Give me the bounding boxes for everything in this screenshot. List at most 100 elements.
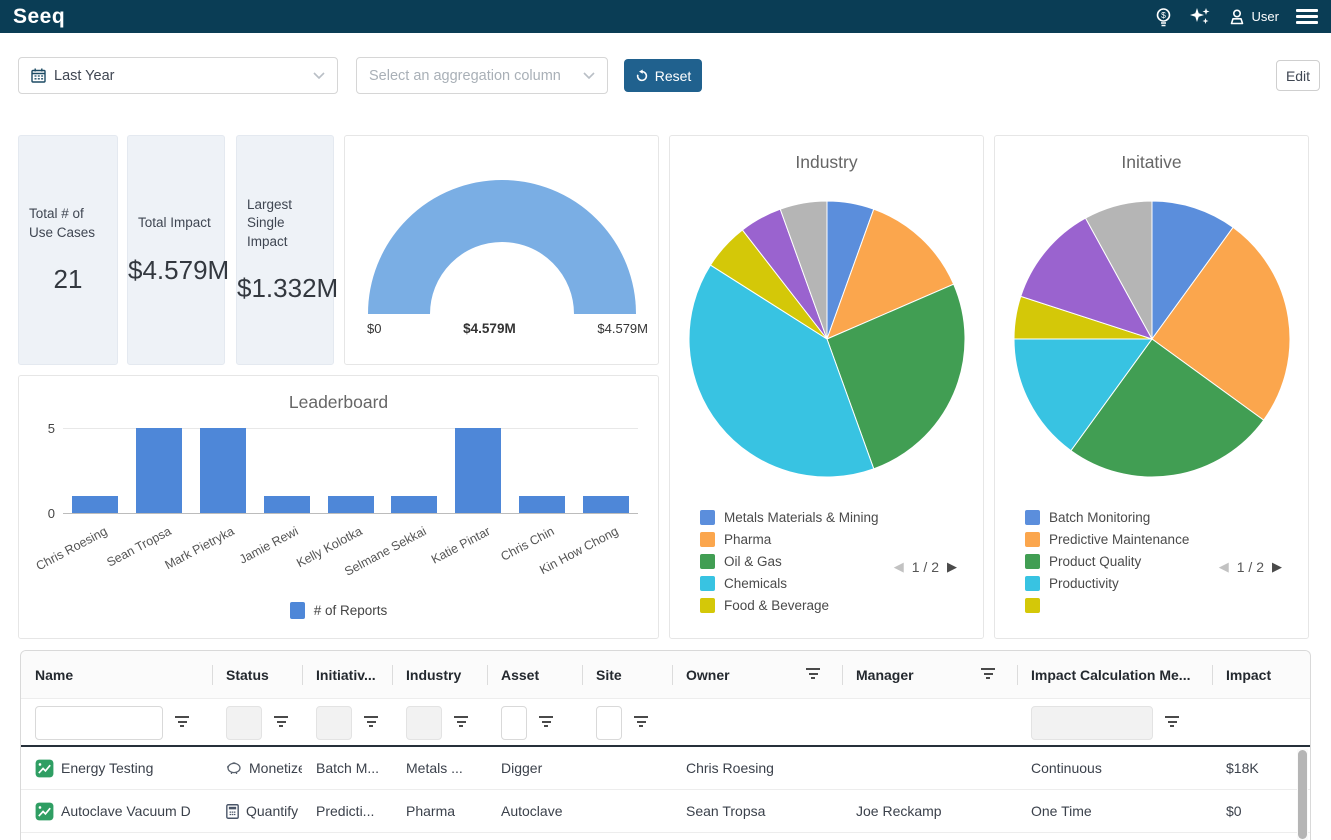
column-header-site[interactable]: Site	[582, 651, 672, 699]
leaderboard-legend[interactable]: # of Reports	[19, 602, 658, 619]
legend-swatch	[700, 532, 715, 547]
filter-icon[interactable]	[539, 716, 553, 730]
calendar-icon	[31, 68, 46, 83]
seeq-logo[interactable]: Seeq	[13, 5, 65, 29]
column-header-status[interactable]: Status	[212, 651, 302, 699]
aggregation-placeholder: Select an aggregation column	[369, 68, 561, 84]
report-icon	[35, 759, 54, 778]
kpi-total-use-cases: Total # of Use Cases 21	[18, 135, 118, 365]
filter-icon[interactable]	[1165, 716, 1179, 730]
legend-item[interactable]: Predictive Maintenance	[1025, 532, 1189, 547]
column-header-name[interactable]: Name	[21, 651, 212, 699]
x-axis-label: Katie Pintar	[429, 524, 493, 567]
filter-icon[interactable]	[175, 716, 189, 730]
industry-pie-chart[interactable]	[670, 164, 985, 504]
legend-item[interactable]: Metals Materials & Mining	[700, 510, 879, 525]
legend-swatch	[1025, 598, 1040, 613]
column-header-initiative[interactable]: Initiativ...	[302, 651, 392, 699]
legend-item[interactable]: Food & Beverage	[700, 598, 879, 613]
legend-label: Food & Beverage	[724, 598, 829, 613]
kpi-largest-single-impact: Largest Single Impact $1.332M	[236, 135, 334, 365]
legend-item[interactable]: Chemicals	[700, 576, 879, 591]
impact-gauge-chart[interactable]	[345, 136, 660, 336]
legend-item[interactable]: Oil & Gas	[700, 554, 879, 569]
legend-item[interactable]: Batch Monitoring	[1025, 510, 1189, 525]
legend-next-icon[interactable]: ▶	[1272, 559, 1282, 575]
legend-item[interactable]: Pharma	[700, 532, 879, 547]
legend-item[interactable]	[1025, 598, 1189, 613]
bar	[264, 496, 310, 513]
user-menu[interactable]: User	[1228, 8, 1279, 26]
column-header-manager[interactable]: Manager	[842, 651, 1017, 699]
legend-swatch	[700, 554, 715, 569]
legend-prev-icon[interactable]: ◀	[894, 559, 904, 575]
filter-icon[interactable]	[274, 716, 288, 730]
gauge-value-label: $4.579M	[463, 321, 516, 336]
date-range-value: Last Year	[54, 68, 114, 84]
legend-swatch	[1025, 576, 1040, 591]
site-filter-input[interactable]	[596, 706, 622, 740]
edit-button[interactable]: Edit	[1276, 60, 1320, 91]
filter-icon[interactable]	[981, 668, 995, 682]
cell-name: Autoclave Vacuum D	[61, 803, 191, 819]
legend-label: Chemicals	[724, 576, 787, 591]
legend-swatch	[1025, 554, 1040, 569]
hamburger-menu-icon[interactable]	[1296, 9, 1318, 24]
legend-prev-icon[interactable]: ◀	[1219, 559, 1229, 575]
reset-button[interactable]: Reset	[624, 59, 702, 92]
cell-owner: Chris Roesing	[686, 760, 774, 776]
kpi-value: $1.332M	[237, 273, 333, 304]
column-header-industry[interactable]: Industry	[392, 651, 487, 699]
legend-page-indicator: 1 / 2	[912, 559, 939, 575]
leaderboard-bar-chart[interactable]	[63, 428, 638, 513]
bar	[328, 496, 374, 513]
gauge-min-label: $0	[367, 321, 381, 336]
filter-icon[interactable]	[454, 716, 468, 730]
x-axis-labels: Chris RoesingSean TropsaMark PietrykaJam…	[63, 516, 638, 578]
cell-status: Monetize	[249, 760, 302, 776]
user-icon	[1228, 8, 1246, 26]
use-cases-table: Name Status Initiativ... Industry Asset …	[20, 650, 1311, 840]
cell-impact: $18K	[1226, 760, 1259, 776]
legend-next-icon[interactable]: ▶	[947, 559, 957, 575]
impact-method-filter-input	[1031, 706, 1153, 740]
bar	[72, 496, 118, 513]
column-header-asset[interactable]: Asset	[487, 651, 582, 699]
table-row[interactable]: Autoclave Vacuum D Quantify Predicti... …	[21, 790, 1310, 833]
cell-owner: Sean Tropsa	[686, 803, 765, 819]
legend-label: Batch Monitoring	[1049, 510, 1150, 525]
name-filter-input[interactable]	[35, 706, 163, 740]
column-header-owner[interactable]: Owner	[672, 651, 842, 699]
piggy-bank-icon	[226, 761, 242, 775]
reset-label: Reset	[655, 68, 692, 84]
filter-icon[interactable]	[806, 668, 820, 682]
kpi-label: Total # of Use Cases	[19, 205, 117, 241]
user-label: User	[1252, 9, 1279, 24]
monetization-idea-icon[interactable]: $	[1155, 7, 1172, 27]
topbar-actions: $ User	[1155, 7, 1318, 27]
table-scrollbar-thumb[interactable]	[1298, 750, 1307, 839]
legend-item[interactable]: Productivity	[1025, 576, 1189, 591]
cell-impact-method: Continuous	[1031, 760, 1102, 776]
legend-swatch	[1025, 510, 1040, 525]
initiative-pie-chart[interactable]	[995, 164, 1310, 504]
table-scrollbar	[1297, 749, 1308, 840]
filter-icon[interactable]	[364, 716, 378, 730]
legend-swatch	[700, 598, 715, 613]
kpi-value: $4.579M	[128, 255, 224, 286]
legend-label: Productivity	[1049, 576, 1119, 591]
aggregation-column-select[interactable]: Select an aggregation column	[356, 57, 608, 94]
industry-pie-panel: Industry Metals Materials & Mining Pharm…	[669, 135, 984, 639]
legend-swatch	[700, 510, 715, 525]
column-header-impact[interactable]: Impact	[1212, 651, 1310, 699]
column-header-impact-method[interactable]: Impact Calculation Me...	[1017, 651, 1212, 699]
table-row[interactable]: Energy Testing Monetize Batch M... Metal…	[21, 747, 1310, 790]
reset-undo-icon	[635, 69, 649, 83]
ai-sparkles-icon[interactable]	[1189, 7, 1211, 27]
date-range-select[interactable]: Last Year	[18, 57, 338, 94]
legend-item[interactable]: Product Quality	[1025, 554, 1189, 569]
asset-filter-input[interactable]	[501, 706, 527, 740]
filter-icon[interactable]	[634, 716, 648, 730]
legend-swatch	[700, 576, 715, 591]
table-filter-row	[21, 699, 1310, 747]
